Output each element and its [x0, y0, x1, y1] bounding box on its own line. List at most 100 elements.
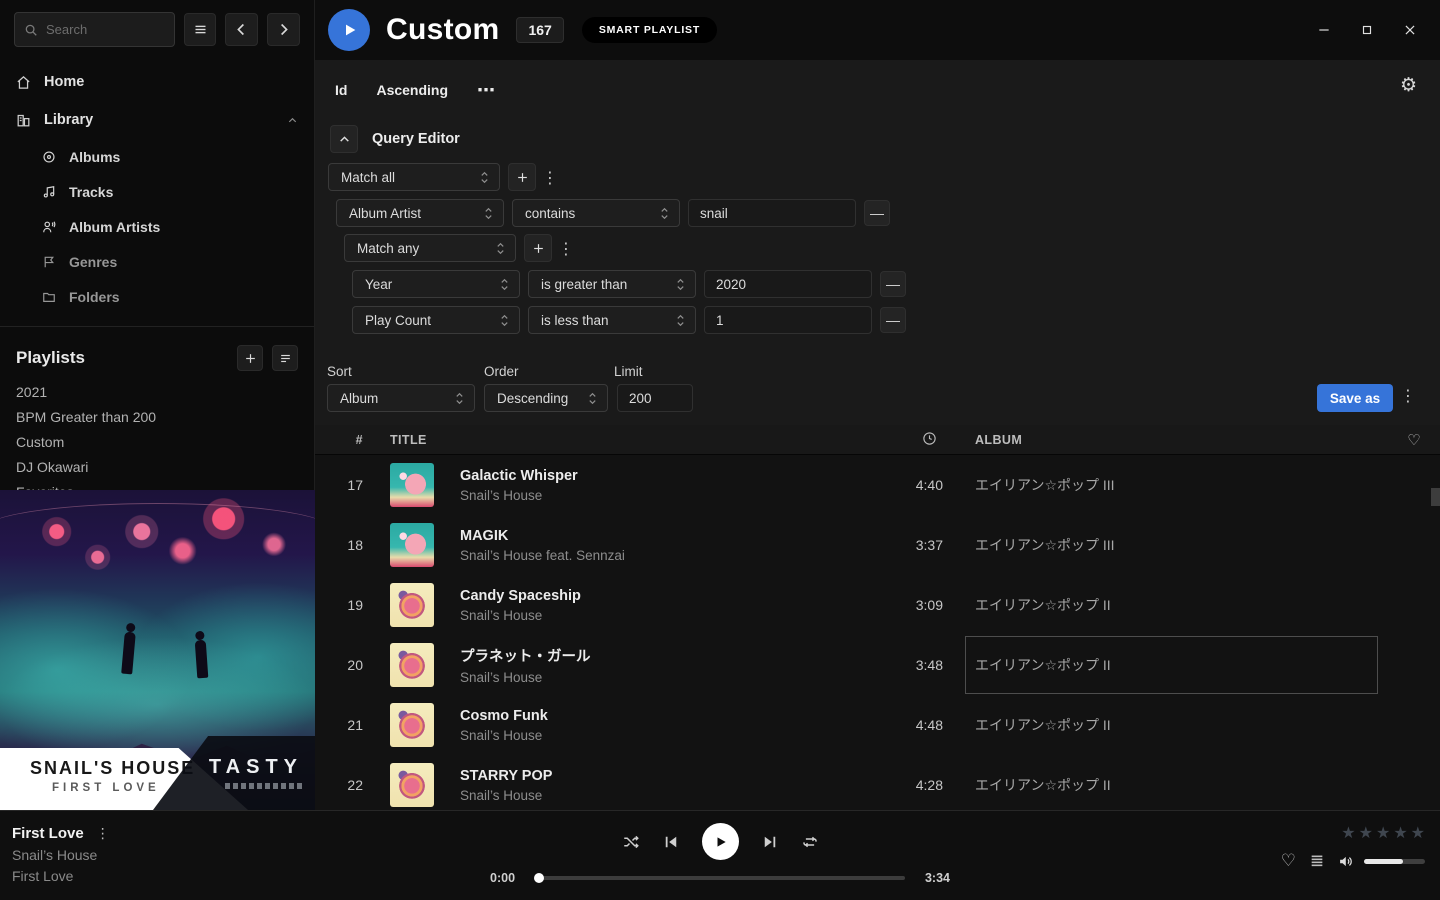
playlist-item[interactable]: DJ Okawari [0, 454, 314, 479]
create-playlist-button[interactable] [237, 345, 263, 371]
duration-column-clock-icon[interactable] [922, 431, 943, 449]
add-rule-button[interactable] [508, 163, 536, 191]
sidebar-item-home[interactable]: Home [0, 63, 314, 101]
sidebar-item-tracks[interactable]: Tracks [0, 174, 314, 209]
search-input[interactable] [46, 22, 164, 37]
rule-operator-select[interactable]: contains [512, 199, 680, 227]
track-album-art [390, 463, 434, 507]
settings-gear-button[interactable]: ⚙ [1400, 76, 1417, 95]
sidebar-item-album-artists[interactable]: Album Artists [0, 209, 314, 244]
total-time: 3:34 [914, 871, 950, 885]
sidebar-item-folders[interactable]: Folders [0, 279, 314, 314]
title-column-header[interactable]: TITLE [371, 433, 868, 447]
track-row[interactable]: 17 Galactic Whisper Snail’s House 4:40 エ… [315, 455, 1440, 515]
star-icon[interactable]: ★ [1411, 823, 1425, 842]
track-album-selected-cell[interactable]: エイリアン☆ポップ II [943, 635, 1388, 695]
queue-button[interactable] [1309, 853, 1325, 869]
window-controls [1296, 0, 1425, 60]
rule-operator-select[interactable]: is greater than [528, 270, 696, 298]
playlist-item[interactable]: 2021 [0, 379, 314, 404]
remove-rule-button[interactable]: — [880, 307, 906, 333]
track-row[interactable]: 19 Candy Spaceship Snail’s House 3:09 エイ… [315, 575, 1440, 635]
rule-operator-select[interactable]: is less than [528, 306, 696, 334]
now-playing-menu-button[interactable]: ⋮ [96, 826, 110, 842]
shuffle-button[interactable] [622, 833, 640, 851]
limit-input[interactable] [617, 384, 693, 412]
save-as-button[interactable]: Save as [1317, 384, 1393, 412]
playlist-play-button[interactable] [328, 9, 370, 51]
sort-select[interactable]: Album [327, 384, 475, 412]
sort-field-button[interactable]: Id [335, 82, 347, 98]
add-rule-button[interactable] [524, 234, 552, 262]
rule-field-select[interactable]: Album Artist [336, 199, 504, 227]
favorite-heart-button[interactable]: ♡ [1281, 851, 1296, 871]
more-options-button[interactable]: ⋯ [477, 80, 496, 101]
remove-rule-button[interactable]: — [864, 200, 890, 226]
previous-track-button[interactable] [662, 833, 680, 851]
repeat-button[interactable] [801, 833, 819, 851]
match-type-select[interactable]: Match any [344, 234, 516, 262]
index-column-header[interactable]: # [315, 433, 371, 447]
rule-field-select[interactable]: Play Count [352, 306, 520, 334]
search-box[interactable] [14, 12, 175, 47]
now-playing-title[interactable]: First Love [12, 825, 84, 842]
track-album-art [390, 643, 434, 687]
rule-value-input[interactable] [704, 270, 872, 298]
now-playing-album-art[interactable]: SNAIL'S HOUSE FIRST LOVE TASTY [0, 490, 315, 810]
volume-slider[interactable] [1364, 859, 1425, 864]
now-playing-artist[interactable]: Snail’s House [12, 847, 110, 863]
volume-button[interactable] [1338, 853, 1355, 870]
seek-bar[interactable] [535, 876, 905, 880]
nav-forward-button[interactable] [267, 13, 300, 46]
track-artist: Snail’s House [460, 608, 868, 623]
next-track-button[interactable] [761, 833, 779, 851]
sidebar-item-albums[interactable]: Albums [0, 139, 314, 174]
disc-icon [42, 150, 56, 164]
track-row[interactable]: 20 プラネット・ガール Snail’s House 3:48 エイリアン☆ポッ… [315, 635, 1440, 695]
scrollbar-thumb[interactable] [1431, 488, 1440, 506]
star-icon[interactable]: ★ [1359, 823, 1373, 842]
window-maximize-button[interactable] [1352, 15, 1382, 45]
rating-stars[interactable]: ★ ★ ★ ★ ★ [1338, 823, 1425, 842]
track-table-header: # TITLE ALBUM ♡ [315, 425, 1440, 455]
nav-back-button[interactable] [225, 13, 258, 46]
play-icon [714, 835, 728, 849]
window-minimize-button[interactable] [1309, 15, 1339, 45]
playlist-item[interactable]: Custom [0, 429, 314, 454]
sidebar-item-label: Home [44, 74, 84, 90]
collapse-query-editor-button[interactable] [330, 125, 358, 153]
menu-button[interactable] [184, 13, 217, 46]
queue-icon [1309, 853, 1325, 869]
order-select[interactable]: Descending [484, 384, 608, 412]
track-row[interactable]: 21 Cosmo Funk Snail’s House 4:48 エイリアン☆ポ… [315, 695, 1440, 755]
track-row[interactable]: 18 MAGIK Snail’s House feat. Sennzai 3:3… [315, 515, 1440, 575]
window-close-button[interactable] [1395, 15, 1425, 45]
favorite-column-heart-icon[interactable]: ♡ [1407, 431, 1421, 449]
track-album: エイリアン☆ポップ III [943, 455, 1388, 515]
seek-handle[interactable] [534, 873, 544, 883]
sort-direction-button[interactable]: Ascending [376, 82, 448, 98]
album-column-header[interactable]: ALBUM [943, 433, 1388, 447]
play-pause-button[interactable] [702, 823, 739, 860]
group-menu-button[interactable]: ⋮ [536, 168, 564, 187]
sidebar-item-library[interactable]: Library [0, 101, 314, 139]
rule-field-select[interactable]: Year [352, 270, 520, 298]
group-menu-button[interactable]: ⋮ [552, 239, 580, 258]
select-chevrons-icon [659, 206, 670, 221]
star-icon[interactable]: ★ [1341, 823, 1355, 842]
flag-icon [42, 255, 56, 269]
rule-value-input[interactable] [688, 199, 856, 227]
star-icon[interactable]: ★ [1376, 823, 1390, 842]
query-menu-button[interactable]: ⋮ [1394, 386, 1422, 405]
match-type-select[interactable]: Match all [328, 163, 500, 191]
sidebar-item-genres[interactable]: Genres [0, 244, 314, 279]
playlist-list-button[interactable] [272, 345, 298, 371]
track-album: エイリアン☆ポップ II [943, 755, 1388, 810]
now-playing-album[interactable]: First Love [12, 868, 110, 884]
star-icon[interactable]: ★ [1393, 823, 1407, 842]
playlist-item[interactable]: BPM Greater than 200 [0, 404, 314, 429]
track-duration: 4:40 [868, 477, 943, 493]
track-row[interactable]: 22 STARRY POP Snail’s House 4:28 エイリアン☆ポ… [315, 755, 1440, 810]
remove-rule-button[interactable]: — [880, 271, 906, 297]
rule-value-input[interactable] [704, 306, 872, 334]
